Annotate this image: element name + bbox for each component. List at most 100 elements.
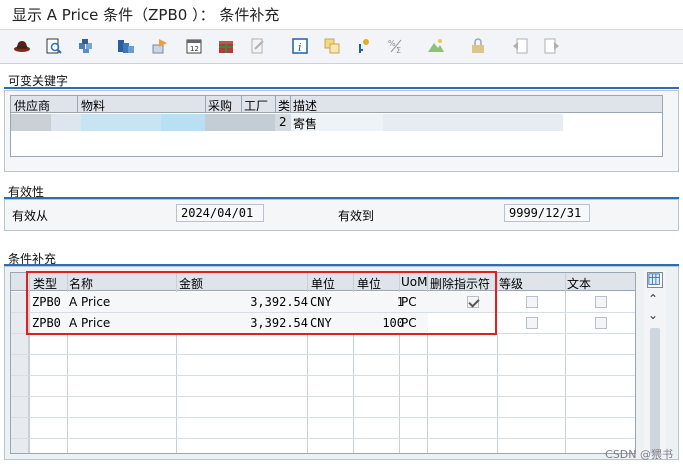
row-selector[interactable]: [11, 376, 29, 396]
back-icon[interactable]: [510, 36, 530, 56]
supplements-grid: 类型 名称 金额 单位 单位 UoM 删除指示符 等级 文本 ZPB0 A Pr…: [10, 272, 636, 454]
grid-line: [11, 396, 635, 397]
scroll-down-icon[interactable]: ⌄: [648, 308, 658, 322]
table-row[interactable]: ZPB0 A Price 3,392.54 CNY 1 PC: [30, 292, 498, 312]
supplements-title: 条件补充: [8, 252, 57, 266]
column-header: UoM: [401, 275, 428, 289]
valid-to-label: 有效到: [338, 209, 375, 223]
transfer-icon[interactable]: [150, 36, 170, 56]
grid-line: [11, 375, 635, 376]
redacted-vendor: [51, 114, 81, 131]
grid-line: [11, 333, 635, 334]
column-separator: [241, 96, 242, 113]
column-header: 工厂: [244, 99, 269, 113]
column-config-icon[interactable]: [647, 272, 663, 288]
column-header: 供应商: [14, 99, 51, 113]
row-selector[interactable]: [11, 397, 29, 417]
hat-icon[interactable]: [12, 36, 32, 56]
currency-cell: CNY: [310, 295, 332, 309]
document-search-icon[interactable]: [44, 36, 64, 56]
text-checkbox[interactable]: [595, 296, 607, 308]
row-selector[interactable]: [11, 418, 29, 438]
amount-cell: 3,392.54: [250, 316, 308, 330]
valid-to-field[interactable]: 9999/12/31: [504, 204, 590, 222]
row-selector[interactable]: [11, 292, 29, 312]
grid-scrollbar[interactable]: ⌃ ⌄: [644, 270, 666, 456]
edit-icon[interactable]: [248, 36, 268, 56]
scroll-thumb[interactable]: [650, 328, 660, 454]
column-header: 描述: [293, 99, 318, 113]
name-cell: A Price: [69, 316, 111, 330]
column-header: 删除指示符: [430, 277, 491, 291]
scroll-up-icon[interactable]: ⌃: [648, 292, 658, 306]
valid-from-label: 有效从: [12, 209, 49, 223]
key-fields-header: 供应商 物料 采购 工厂 类 描述: [11, 96, 662, 113]
currency-cell: CNY: [310, 316, 332, 330]
uom-cell: PC: [401, 316, 417, 330]
column-header: 单位: [357, 277, 382, 291]
name-cell: A Price: [69, 295, 111, 309]
application-toolbar: 12 i % Σ: [0, 30, 683, 64]
stack-icon[interactable]: [116, 36, 136, 56]
condition-type-value: 2: [279, 115, 287, 129]
column-separator: [290, 96, 291, 113]
redacted-material: [81, 114, 161, 131]
valid-from-field[interactable]: 2024/04/01: [176, 204, 264, 222]
grid-line: [11, 354, 635, 355]
redacted-material: [161, 114, 205, 131]
scale-checkbox[interactable]: [526, 296, 538, 308]
calendar-icon[interactable]: 12: [184, 36, 204, 56]
column-header: 物料: [81, 99, 106, 113]
column-header: 类: [278, 99, 291, 113]
row-selector[interactable]: [11, 313, 29, 333]
window-title: 显示 A Price 条件（ZPB0 ）： 条件补充: [12, 6, 280, 24]
gift-icon[interactable]: [216, 36, 236, 56]
type-cell: ZPB0: [32, 316, 61, 330]
puzzle-icon[interactable]: [76, 36, 96, 56]
info-icon[interactable]: i: [290, 36, 310, 56]
redacted-plant: [205, 114, 275, 131]
amount-cell: 3,392.54: [250, 295, 308, 309]
row-selector[interactable]: [11, 334, 29, 354]
column-header: 采购: [208, 99, 233, 113]
key-fields-row[interactable]: 2 寄售: [11, 114, 662, 131]
mountain-icon[interactable]: [426, 36, 446, 56]
scale-checkbox[interactable]: [526, 317, 538, 329]
row-selector[interactable]: [11, 355, 29, 375]
column-header: 等级: [499, 277, 524, 291]
deletion-indicator-checkbox[interactable]: [467, 296, 479, 308]
forward-icon[interactable]: [542, 36, 562, 56]
column-header: 文本: [567, 277, 592, 291]
svg-text:Σ: Σ: [396, 46, 401, 55]
column-separator: [77, 96, 78, 113]
column-header: 名称: [69, 277, 94, 291]
lock-icon[interactable]: [468, 36, 488, 56]
section-divider: [4, 87, 679, 89]
svg-text:i: i: [298, 41, 302, 54]
formula-icon[interactable]: % Σ: [386, 36, 406, 56]
text-checkbox[interactable]: [595, 317, 607, 329]
deletion-indicator-cell[interactable]: [428, 313, 498, 333]
watermark: CSDN @猥书: [605, 448, 673, 461]
copy-icon[interactable]: [322, 36, 342, 56]
column-header: 金额: [179, 277, 204, 291]
grid-line: [565, 273, 566, 453]
redacted-vendor: [11, 114, 51, 131]
grid-line: [11, 417, 635, 418]
column-header: 单位: [311, 277, 336, 291]
grid-header: 类型 名称 金额 单位 单位 UoM 删除指示符 等级 文本: [11, 273, 635, 291]
svg-text:%: %: [388, 39, 396, 48]
key-fields-table: 供应商 物料 采购 工厂 类 描述 2 寄售: [10, 95, 663, 157]
key-icon[interactable]: [354, 36, 374, 56]
column-separator: [205, 96, 206, 113]
validity-title: 有效性: [8, 185, 45, 199]
table-row[interactable]: ZPB0 A Price 3,392.54 CNY 100 PC: [30, 313, 498, 333]
title-bar: 显示 A Price 条件（ZPB0 ）： 条件补充: [0, 0, 683, 30]
column-separator: [275, 96, 276, 113]
uom-cell: PC: [401, 295, 417, 309]
grid-line: [11, 438, 635, 439]
description-value: 寄售: [293, 117, 318, 131]
row-selector[interactable]: [11, 439, 29, 453]
row-highlight: [383, 114, 563, 131]
column-header: 类型: [33, 277, 58, 291]
